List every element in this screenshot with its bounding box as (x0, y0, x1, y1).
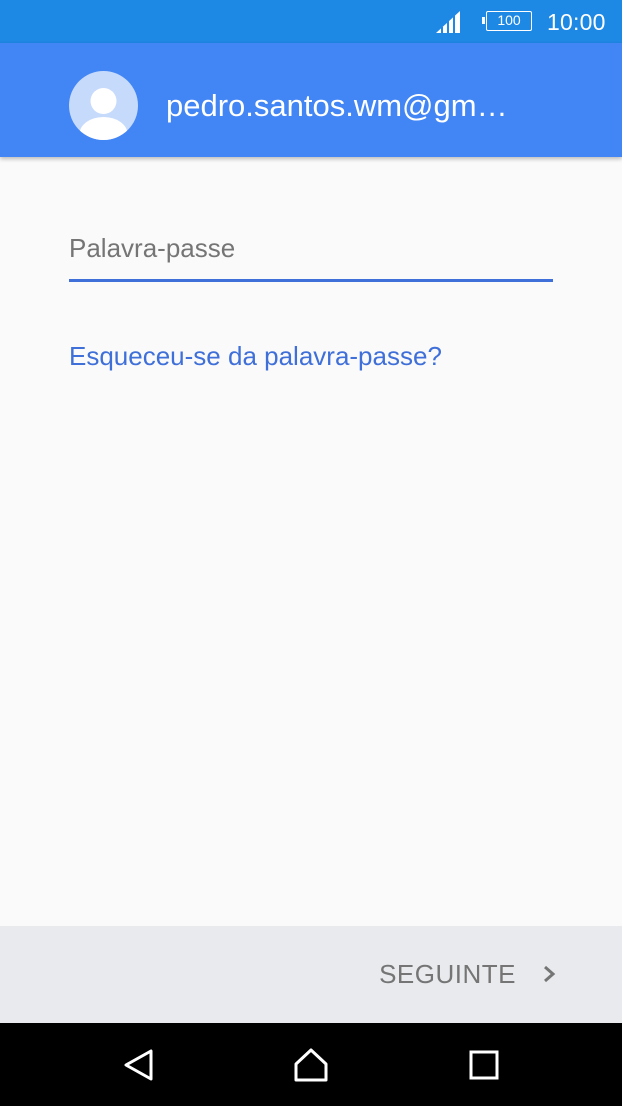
next-button[interactable]: SEGUINTE (379, 954, 556, 994)
password-input[interactable] (69, 228, 553, 282)
signal-icon (436, 11, 460, 34)
next-button-label: SEGUINTE (379, 958, 516, 989)
account-header: pedro.santos.wm@gm… (0, 43, 622, 157)
navigation-bar (0, 1023, 622, 1106)
chevron-right-icon (544, 965, 556, 983)
battery-level: 100 (497, 12, 521, 28)
status-bar: 100 10:00 (0, 0, 622, 43)
forgot-password-link[interactable]: Esqueceu-se da palavra-passe? (69, 341, 442, 372)
back-icon[interactable] (121, 1047, 157, 1083)
recents-icon[interactable] (466, 1047, 502, 1083)
account-email: pedro.santos.wm@gm… (166, 88, 508, 123)
bottom-action-bar: SEGUINTE (0, 926, 622, 1023)
battery-icon: 100 (482, 11, 532, 31)
home-icon[interactable] (293, 1047, 329, 1083)
clock: 10:00 (547, 9, 606, 35)
account-avatar-icon (69, 71, 138, 140)
